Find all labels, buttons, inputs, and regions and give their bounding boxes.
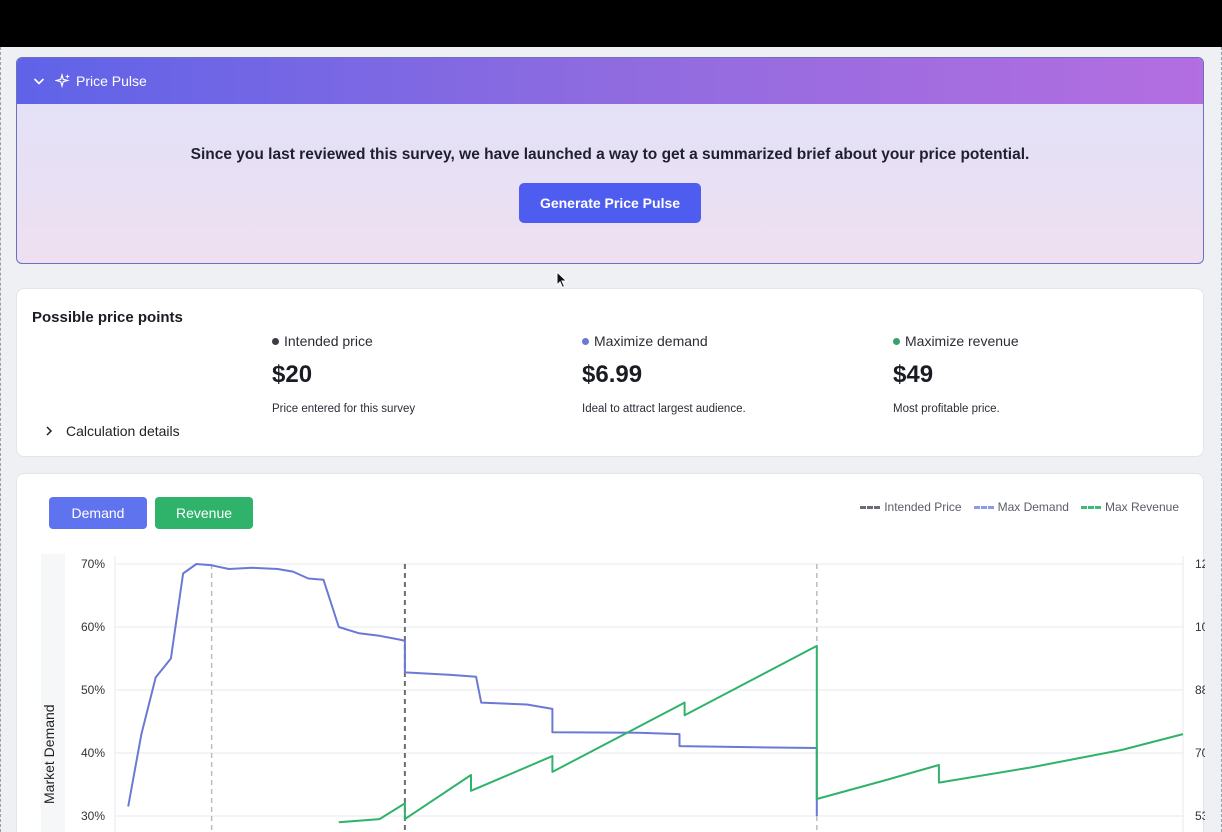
max-demand-label: Maximize demand: [594, 333, 708, 349]
left-tick-label: 30%: [81, 809, 105, 823]
left-tick-label: 40%: [81, 746, 105, 760]
price-points-card: Possible price points Intended price $20…: [16, 288, 1204, 457]
chart-card: Demand Revenue Intended Price Max Demand…: [16, 473, 1205, 832]
chevron-right-icon[interactable]: [44, 425, 54, 437]
series-line-revenue: [338, 644, 1184, 824]
max-demand-desc: Ideal to attract largest audience.: [582, 403, 746, 415]
intended-price-desc: Price entered for this survey: [272, 403, 416, 415]
left-tick-label: 70%: [81, 557, 105, 571]
intended-price-value: $20: [272, 361, 313, 388]
intended-price-point: Intended price $20 Price entered for thi…: [272, 333, 415, 415]
price-pulse-panel: Price Pulse Since you last reviewed this…: [16, 57, 1204, 264]
max-demand-dot: [582, 337, 589, 345]
max-revenue-dot: [893, 337, 900, 345]
price-pulse-header[interactable]: Price Pulse: [17, 58, 1203, 104]
intended-price-label: Intended price: [284, 333, 373, 349]
page: Price Pulse Since you last reviewed this…: [0, 47, 1222, 832]
sparkle-icon: [55, 73, 70, 89]
price-pulse-title: Price Pulse: [76, 73, 147, 89]
generate-price-pulse-button[interactable]: Generate Price Pulse: [519, 183, 701, 223]
price-pulse-message: Since you last reviewed this survey, we …: [190, 146, 1030, 163]
right-tick-label: 53: [1195, 809, 1205, 823]
calculation-details-label: Calculation details: [66, 423, 180, 439]
max-revenue-desc: Most profitable price.: [893, 403, 1000, 415]
demand-revenue-chart: 70% 12 60% 10 50% 88 40% 70 30% 53: [81, 556, 1205, 832]
right-tick-label: 88: [1195, 683, 1205, 697]
max-revenue-price-point: Maximize revenue $49 Most profitable pri…: [893, 333, 1019, 415]
price-points-heading: Possible price points: [32, 309, 183, 326]
right-tick-label: 12: [1195, 557, 1205, 571]
max-demand-price-point: Maximize demand $6.99 Ideal to attract l…: [582, 333, 746, 415]
right-tick-label: 70: [1195, 746, 1205, 760]
max-demand-value: $6.99: [582, 361, 643, 388]
right-tick-label: 10: [1195, 620, 1205, 634]
calculation-details-toggle[interactable]: Calculation details: [44, 423, 180, 439]
max-revenue-label: Maximize revenue: [905, 333, 1019, 349]
intended-price-dot: [272, 337, 279, 345]
mouse-cursor-icon: [556, 271, 568, 289]
left-tick-label: 50%: [81, 683, 105, 697]
max-revenue-value: $49: [893, 361, 934, 388]
chevron-down-icon[interactable]: [31, 73, 47, 89]
left-tick-label: 60%: [81, 620, 105, 634]
